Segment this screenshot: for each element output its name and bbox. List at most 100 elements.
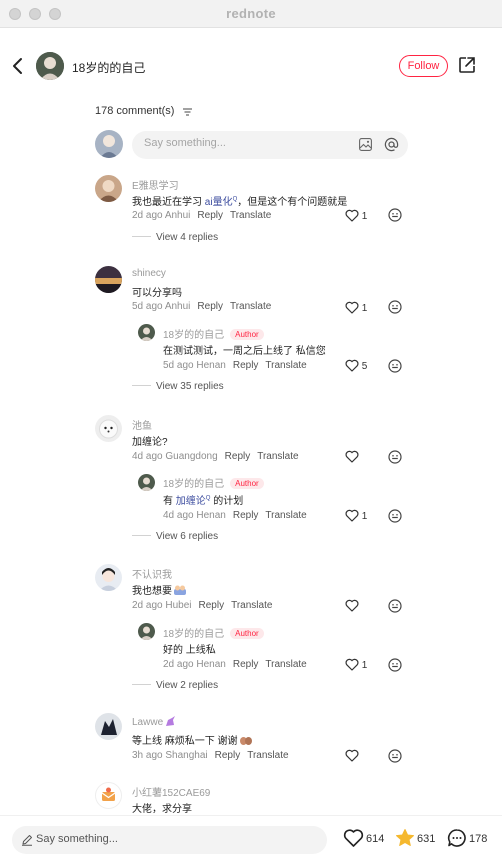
commenter-avatar[interactable] — [95, 266, 122, 293]
comment-username: Lawwe — [132, 716, 176, 728]
view-replies-button[interactable]: View 4 replies — [132, 232, 218, 243]
like-count: 1 — [361, 660, 368, 671]
comment-input-box[interactable] — [132, 131, 408, 159]
share-icon[interactable] — [458, 56, 476, 74]
heart-icon — [343, 829, 364, 847]
author-badge: Author — [230, 329, 264, 340]
reply-button[interactable]: Reply — [197, 210, 223, 221]
translate-button[interactable]: Translate — [265, 360, 306, 371]
heart-icon — [345, 509, 359, 522]
reply-button[interactable]: Reply — [215, 750, 241, 761]
reply-meta: 5d ago Henan Reply Translate — [163, 360, 307, 371]
translate-button[interactable]: Translate — [231, 600, 272, 611]
translate-button[interactable]: Translate — [265, 659, 306, 670]
translate-button[interactable]: Translate — [247, 750, 288, 761]
like-count: 5 — [361, 361, 368, 372]
back-icon[interactable] — [10, 56, 26, 76]
note-like-count: 614 — [366, 833, 385, 845]
reply-author-avatar[interactable] — [138, 324, 155, 341]
unicorn-emoji-icon — [166, 716, 176, 726]
note-star-count: 631 — [417, 833, 436, 845]
reply-text: 有 加缠论Q 的计划 — [163, 495, 244, 507]
author-avatar[interactable] — [36, 52, 64, 80]
emoji-icon[interactable] — [388, 599, 402, 613]
reply-text: 好的 上线私 — [163, 645, 216, 656]
comment-input[interactable] — [144, 137, 344, 149]
bottom-comment-input[interactable] — [36, 833, 236, 845]
reply-button[interactable]: Reply — [197, 301, 223, 312]
comment-text: 加缠论? — [132, 437, 168, 448]
reply-author-name[interactable]: 18岁的的自己 — [163, 629, 224, 640]
heart-icon — [345, 599, 359, 612]
view-replies-button[interactable]: View 6 replies — [132, 531, 218, 542]
commenter-avatar[interactable] — [95, 713, 122, 740]
comment-username[interactable]: 不认识我 — [132, 566, 172, 581]
reply-button[interactable]: Reply — [225, 451, 251, 462]
reply-button[interactable]: Reply — [233, 360, 259, 371]
emoji-icon[interactable] — [388, 749, 402, 763]
reply-button[interactable]: Reply — [199, 600, 225, 611]
topic-tag[interactable]: ai量化Q — [205, 197, 237, 208]
emoji-icon[interactable] — [388, 450, 402, 464]
bottom-comment-box[interactable] — [12, 826, 327, 854]
author-name[interactable]: 18岁的的自己 — [72, 59, 145, 76]
comment-username[interactable]: E雅思学习 — [132, 177, 179, 192]
view-replies-button[interactable]: View 35 replies — [132, 381, 224, 392]
like-note-button[interactable]: 614 — [343, 828, 384, 848]
bottom-action-bar: 614 631 178 — [0, 815, 502, 859]
emoji-icon[interactable] — [388, 359, 402, 373]
at-icon[interactable] — [384, 137, 399, 152]
reply-author-name[interactable]: 18岁的的自己 — [163, 479, 224, 490]
heart-icon — [345, 450, 359, 463]
emoji-icon[interactable] — [388, 509, 402, 523]
emoji-icon[interactable] — [388, 300, 402, 314]
emoji-icon[interactable] — [388, 658, 402, 672]
like-count: 1 — [361, 211, 368, 222]
commenter-avatar[interactable] — [95, 175, 122, 202]
heart-icon — [345, 301, 359, 314]
translate-button[interactable]: Translate — [257, 451, 298, 462]
like-button[interactable]: 1 — [345, 301, 367, 314]
commenter-avatar[interactable] — [95, 415, 122, 442]
emoji-sticker-icon — [239, 737, 252, 745]
translate-button[interactable]: Translate — [230, 301, 271, 312]
topic-tag[interactable]: 加缠论Q — [176, 496, 211, 507]
like-button[interactable]: 1 — [345, 209, 367, 222]
comment-note-button[interactable]: 178 — [447, 828, 487, 848]
heart-icon — [345, 209, 359, 222]
like-button[interactable] — [345, 749, 359, 762]
like-button[interactable]: 1 — [345, 658, 367, 671]
emoji-icon[interactable] — [388, 208, 402, 222]
reply-username: 18岁的的自己 Author — [163, 625, 264, 640]
comment-username[interactable]: shinecy — [132, 268, 166, 279]
reply-username: 18岁的的自己 Author — [163, 326, 264, 341]
note-comment-count: 178 — [469, 833, 488, 845]
reply-button[interactable]: Reply — [233, 659, 259, 670]
note-header: 18岁的的自己 Follow — [0, 28, 502, 104]
like-button[interactable]: 1 — [345, 509, 367, 522]
commenter-avatar[interactable] — [95, 564, 122, 591]
reply-author-avatar[interactable] — [138, 474, 155, 491]
collect-note-button[interactable]: 631 — [395, 828, 435, 848]
reply-meta: 4d ago Henan Reply Translate — [163, 510, 307, 521]
like-button[interactable]: 5 — [345, 359, 367, 372]
comment-username[interactable]: 池鱼 — [132, 417, 152, 432]
reply-author-name[interactable]: 18岁的的自己 — [163, 330, 224, 341]
heart-icon — [345, 749, 359, 762]
reply-author-avatar[interactable] — [138, 623, 155, 640]
like-button[interactable] — [345, 450, 359, 463]
sort-icon[interactable] — [183, 108, 192, 116]
heart-icon — [345, 658, 359, 671]
translate-button[interactable]: Translate — [265, 510, 306, 521]
commenter-avatar[interactable] — [95, 782, 122, 809]
like-button[interactable] — [345, 599, 359, 612]
image-icon[interactable] — [359, 138, 372, 151]
comment-username[interactable]: 小红薯152CAE69 — [132, 784, 210, 799]
reply-button[interactable]: Reply — [233, 510, 259, 521]
reply-text: 在测试测试，一周之后上线了 私信您 — [163, 346, 326, 357]
translate-button[interactable]: Translate — [230, 210, 271, 221]
follow-button[interactable]: Follow — [399, 55, 448, 77]
reply-username: 18岁的的自己 Author — [163, 475, 264, 490]
commenter-name[interactable]: Lawwe — [132, 717, 163, 728]
view-replies-button[interactable]: View 2 replies — [132, 680, 218, 691]
